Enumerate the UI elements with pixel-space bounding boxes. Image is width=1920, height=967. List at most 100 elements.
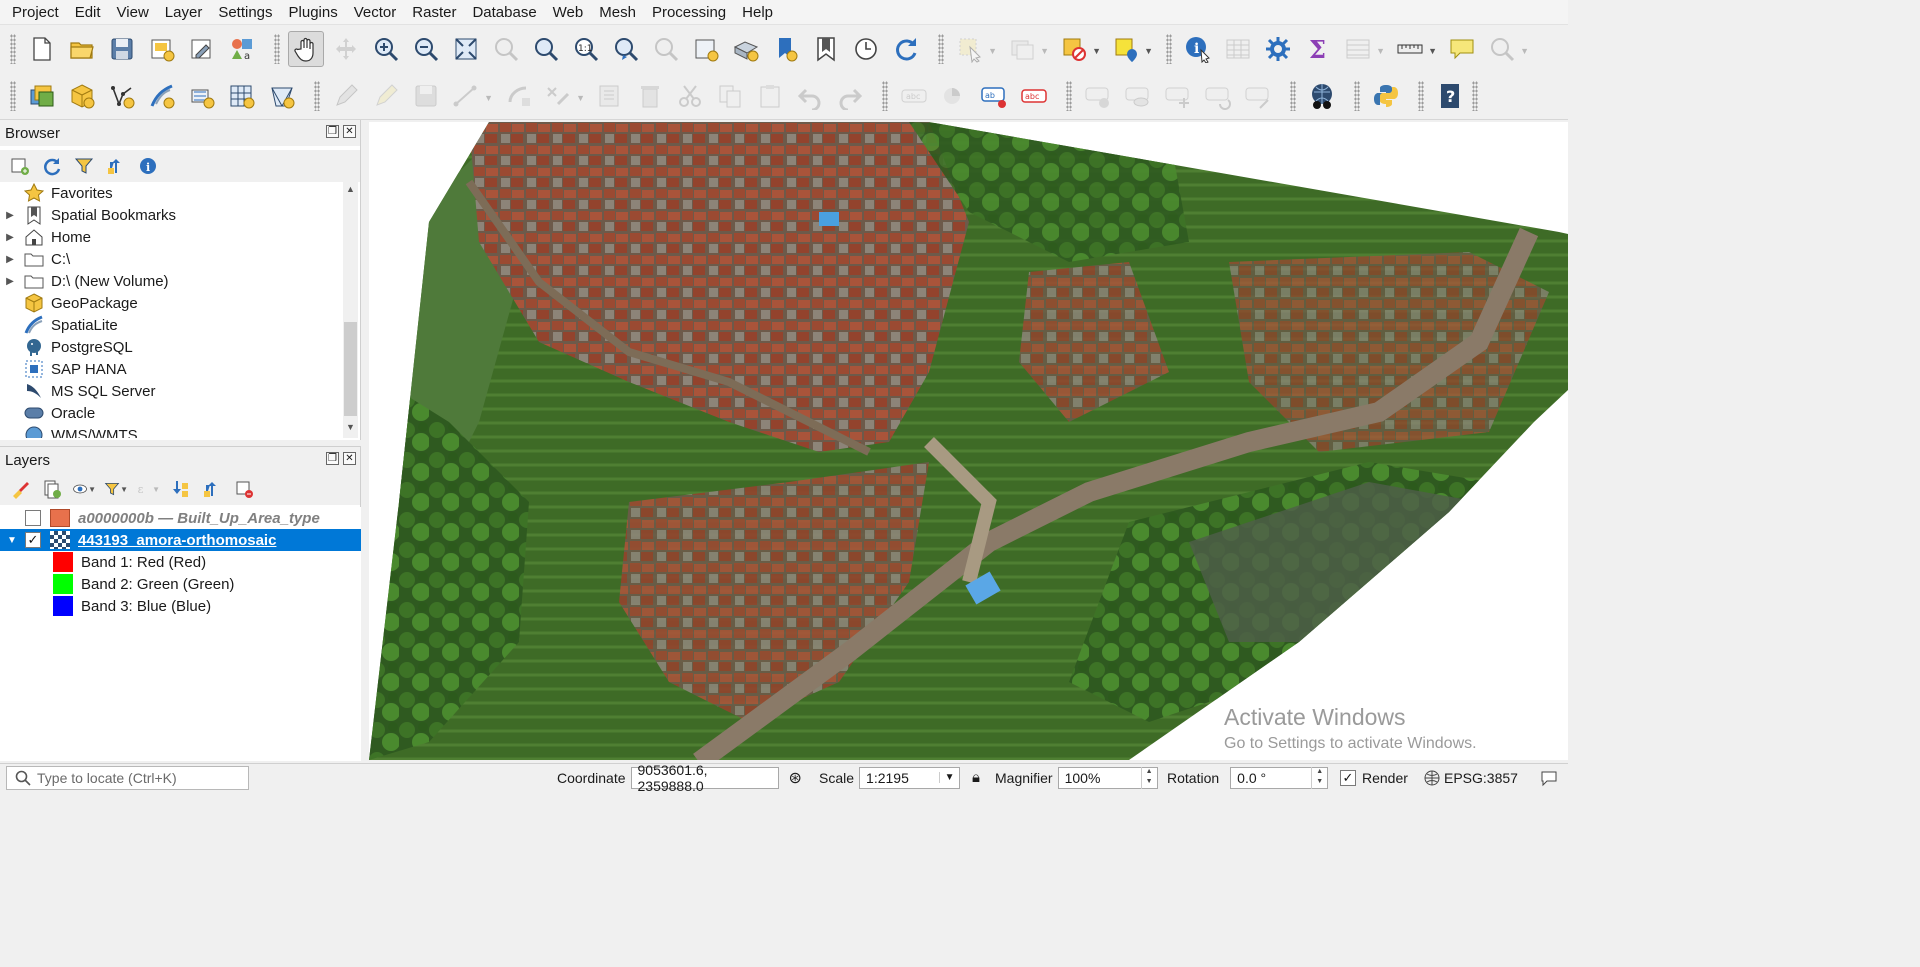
find-icon[interactable]: ▼ xyxy=(1484,31,1529,67)
menu-project[interactable]: Project xyxy=(4,0,67,25)
layer-rule-labeling-icon[interactable]: abc xyxy=(1016,78,1052,114)
quickmapservices-icon[interactable] xyxy=(1304,78,1340,114)
cut-features-icon[interactable] xyxy=(672,78,708,114)
new-bookmark-icon[interactable] xyxy=(768,31,804,67)
collapse-all-icon[interactable] xyxy=(104,154,128,178)
map-tips-icon[interactable] xyxy=(1444,31,1480,67)
zoom-native-resolution-icon[interactable]: 1:1 xyxy=(568,31,604,67)
undo-icon[interactable] xyxy=(792,78,828,114)
menu-processing[interactable]: Processing xyxy=(644,0,734,25)
browser-item-favorites[interactable]: Favorites xyxy=(0,182,343,204)
open-project-icon[interactable] xyxy=(64,31,100,67)
filter-browser-icon[interactable] xyxy=(72,154,96,178)
spin-arrows-icon[interactable]: ▲ ▼ xyxy=(1311,766,1327,789)
zoom-out-icon[interactable] xyxy=(408,31,444,67)
pan-icon[interactable] xyxy=(288,31,324,67)
new-virtual-layer-icon[interactable] xyxy=(224,78,260,114)
render-checkbox[interactable]: ✓ xyxy=(1340,769,1356,786)
toolbar-handle[interactable] xyxy=(938,34,944,64)
lock-scale-icon[interactable]: 🔒︎ xyxy=(972,769,980,786)
browser-item-wms[interactable]: WMS/WMTS xyxy=(0,424,343,438)
save-edits-icon[interactable] xyxy=(408,78,444,114)
show-bookmarks-icon[interactable] xyxy=(808,31,844,67)
toolbar-handle[interactable] xyxy=(1354,80,1360,111)
add-selected-layers-icon[interactable] xyxy=(8,154,32,178)
scale-combobox[interactable]: 1:2195 ▼ xyxy=(859,766,961,789)
zoom-to-selection-icon[interactable] xyxy=(488,31,524,67)
temporal-controller-icon[interactable] xyxy=(848,31,884,67)
style-manager-icon[interactable]: a xyxy=(224,31,260,67)
statistics-sum-icon[interactable]: Σ xyxy=(1300,31,1336,67)
layer-labeling-icon[interactable]: ab xyxy=(976,78,1012,114)
expand-arrow-icon[interactable]: ▶ xyxy=(2,210,18,221)
new-mesh-layer-icon[interactable] xyxy=(264,78,300,114)
copy-features-icon[interactable] xyxy=(712,78,748,114)
pin-labels-icon[interactable] xyxy=(1080,78,1116,114)
toggle-extents-icon[interactable]: ⊛ xyxy=(789,768,802,788)
select-by-location-icon[interactable]: ▼ xyxy=(1108,31,1153,67)
zoom-to-layer-icon[interactable] xyxy=(528,31,564,67)
rotation-spinbox[interactable]: 0.0 ° ▲ ▼ xyxy=(1230,766,1329,789)
crs-button[interactable]: EPSG:3857 xyxy=(1424,764,1518,791)
zoom-in-icon[interactable] xyxy=(368,31,404,67)
deselect-icon[interactable]: ▼ xyxy=(1004,31,1049,67)
edit-table-icon[interactable] xyxy=(592,78,628,114)
new-geopackage-layer-icon[interactable] xyxy=(64,78,100,114)
browser-scrollbar[interactable]: ▲ ▼ xyxy=(343,182,358,438)
measure-icon[interactable]: ▼ xyxy=(1392,31,1437,67)
delete-selected-icon[interactable] xyxy=(632,78,668,114)
style-panel-icon[interactable] xyxy=(8,477,32,501)
browser-item-mssql[interactable]: MS SQL Server xyxy=(0,380,343,402)
browser-item-postgresql[interactable]: PostgreSQL xyxy=(0,336,343,358)
menu-raster[interactable]: Raster xyxy=(404,0,464,25)
zoom-full-icon[interactable] xyxy=(448,31,484,67)
change-label-icon[interactable] xyxy=(1240,78,1276,114)
diagram-tool-icon[interactable] xyxy=(936,78,972,114)
new-spatialite-layer-icon[interactable] xyxy=(144,78,180,114)
attribute-table-icon[interactable] xyxy=(1220,31,1256,67)
expand-all-icon[interactable] xyxy=(168,477,192,501)
pan-to-selection-icon[interactable] xyxy=(328,31,364,67)
rotate-label-icon[interactable] xyxy=(1200,78,1236,114)
scroll-down-icon[interactable]: ▼ xyxy=(343,422,358,436)
layout-manager-icon[interactable] xyxy=(184,31,220,67)
open-table-icon[interactable]: ▼ xyxy=(1340,31,1385,67)
panel-splitter[interactable] xyxy=(361,120,369,760)
coordinate-field[interactable]: 9053601.6, 2359888.0 xyxy=(630,762,779,794)
browser-item-home[interactable]: ▶ Home xyxy=(0,226,343,248)
scroll-up-icon[interactable]: ▲ xyxy=(343,184,358,198)
toolbar-handle[interactable] xyxy=(314,80,320,111)
select-features-icon[interactable]: ▼ xyxy=(952,31,997,67)
menu-edit[interactable]: Edit xyxy=(67,0,109,25)
map-canvas[interactable] xyxy=(369,122,1568,760)
magnifier-spinbox[interactable]: 100% ▲ ▼ xyxy=(1057,766,1158,789)
remove-layer-icon[interactable] xyxy=(232,477,256,501)
refresh-browser-icon[interactable] xyxy=(40,154,64,178)
new-map-view-icon[interactable] xyxy=(688,31,724,67)
messages-icon[interactable] xyxy=(1540,764,1558,791)
expand-arrow-icon[interactable]: ▶ xyxy=(2,254,18,265)
new-shapefile-layer-icon[interactable] xyxy=(104,78,140,114)
toggle-editing-icon[interactable] xyxy=(368,78,404,114)
close-panel-icon[interactable]: ✕ xyxy=(343,452,356,465)
collapse-all-layers-icon[interactable] xyxy=(200,477,224,501)
settings-gear-icon[interactable] xyxy=(1260,31,1296,67)
menu-plugins[interactable]: Plugins xyxy=(281,0,346,25)
zoom-last-icon[interactable] xyxy=(608,31,644,67)
browser-item-spatialite[interactable]: SpatiaLite xyxy=(0,314,343,336)
collapse-arrow-icon[interactable]: ▼ xyxy=(5,535,19,546)
expand-arrow-icon[interactable]: ▶ xyxy=(2,276,18,287)
manage-visibility-icon[interactable]: ▼ xyxy=(72,477,96,501)
browser-item-spatial-bookmarks[interactable]: ▶ Spatial Bookmarks xyxy=(0,204,343,226)
float-panel-icon[interactable]: ❐ xyxy=(326,125,339,138)
toolbar-handle[interactable] xyxy=(1418,80,1424,111)
browser-item-c-drive[interactable]: ▶ C:\ xyxy=(0,248,343,270)
digitize-icon[interactable] xyxy=(328,78,364,114)
scrollbar-thumb[interactable] xyxy=(344,322,357,416)
menu-view[interactable]: View xyxy=(109,0,157,25)
menu-web[interactable]: Web xyxy=(545,0,592,25)
refresh-icon[interactable] xyxy=(888,31,924,67)
data-source-manager-icon[interactable] xyxy=(24,78,60,114)
move-label-icon[interactable] xyxy=(1160,78,1196,114)
toolbar-handle[interactable] xyxy=(1066,80,1072,111)
